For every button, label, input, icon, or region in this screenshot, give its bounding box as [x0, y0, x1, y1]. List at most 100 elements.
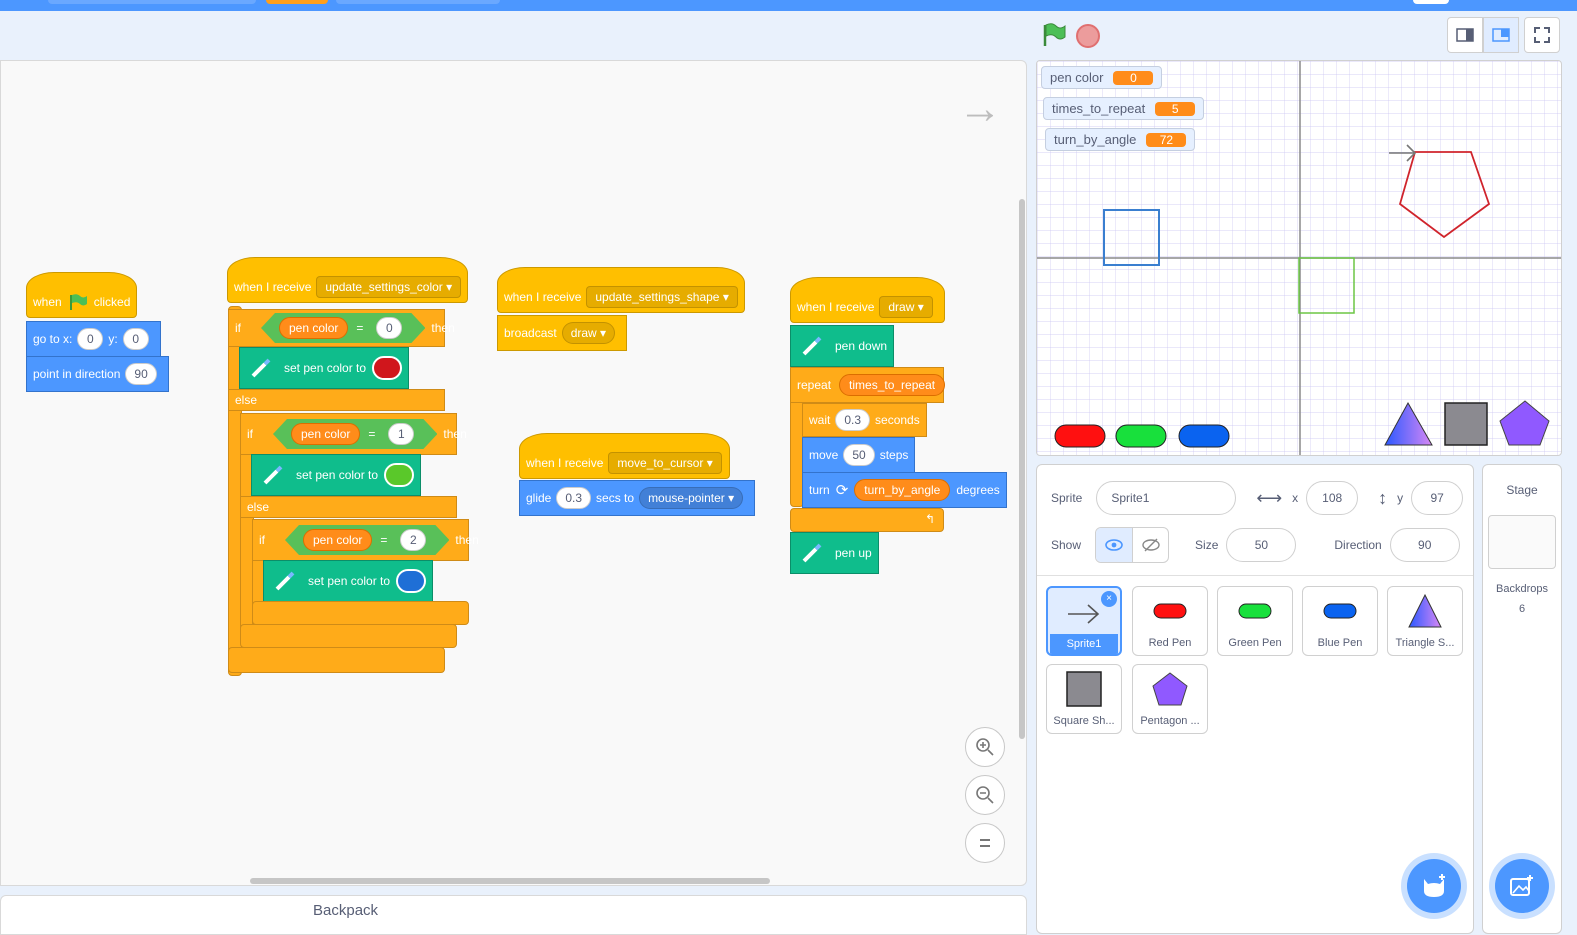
account-button[interactable] — [1413, 0, 1449, 4]
green-flag-button[interactable] — [1041, 22, 1067, 48]
message-dropdown[interactable]: draw — [879, 296, 933, 318]
code-workspace[interactable]: → when clicked go to x: 0 y: 0 point in … — [0, 60, 1027, 886]
equals-operator[interactable]: pen color = 2 — [285, 525, 449, 555]
color-swatch-red[interactable] — [372, 356, 403, 380]
wait-input[interactable]: 0.3 — [835, 409, 871, 431]
sprite-tile-green-pen[interactable]: Green Pen — [1217, 586, 1293, 656]
sprite-tile-square[interactable]: Square Sh... — [1046, 664, 1122, 734]
backdrops-count: 6 — [1518, 603, 1526, 615]
set-pen-color-block[interactable]: set pen color to — [239, 347, 410, 389]
image-plus-icon — [1510, 875, 1533, 896]
share-button[interactable] — [266, 0, 328, 4]
compare-input[interactable]: 2 — [400, 529, 426, 551]
secs-input[interactable]: 0.3 — [556, 487, 592, 509]
when-i-receive-block[interactable]: when I receive update_settings_shape — [497, 267, 745, 313]
stage-canvas[interactable]: pen color 0 times_to_repeat 5 turn_by_an… — [1036, 60, 1562, 456]
normal-stage-button[interactable] — [1483, 17, 1519, 53]
direction-input[interactable]: 90 — [1389, 528, 1460, 562]
pen-color-variable[interactable]: pen color — [303, 529, 372, 551]
project-title-field[interactable] — [48, 0, 256, 4]
when-i-receive-block[interactable]: when I receive update_settings_color — [227, 257, 468, 303]
turn-by-angle-variable[interactable]: turn_by_angle — [854, 479, 951, 501]
when-flag-clicked-block[interactable]: when clicked — [26, 272, 138, 318]
block-text: repeat — [797, 378, 832, 392]
compare-input[interactable]: 1 — [388, 423, 414, 445]
stop-button[interactable] — [1076, 24, 1100, 48]
block-text: then — [455, 533, 479, 547]
set-pen-color-block[interactable]: set pen color to — [251, 454, 422, 496]
broadcast-block[interactable]: broadcast draw — [497, 315, 628, 351]
equals-operator[interactable]: pen color = 1 — [273, 419, 437, 449]
sprite-tile-pentagon[interactable]: Pentagon ... — [1132, 664, 1208, 734]
if-block[interactable]: if pen color = 1 then — [240, 413, 467, 455]
choose-backdrop-button[interactable] — [1495, 859, 1549, 913]
y-input[interactable]: 0 — [122, 328, 149, 350]
y-label: y — [1397, 491, 1404, 505]
monitor-label: turn_by_angle — [1054, 132, 1137, 147]
cat-plus-icon — [1424, 874, 1445, 897]
zoom-out-button[interactable] — [965, 775, 1005, 815]
color-swatch-blue[interactable] — [396, 569, 427, 593]
sprite-tile-sprite1[interactable]: × Sprite1 — [1046, 586, 1122, 656]
y-position-input[interactable]: 97 — [1411, 481, 1464, 515]
when-i-receive-block[interactable]: when I receive draw — [790, 277, 945, 323]
move-steps-block[interactable]: move 50 steps — [802, 437, 916, 473]
direction-input[interactable]: 90 — [125, 363, 157, 385]
message-dropdown[interactable]: update_settings_shape — [586, 286, 738, 308]
pen-color-variable[interactable]: pen color — [279, 317, 348, 339]
block-text: else — [247, 500, 270, 514]
delete-sprite-icon[interactable]: × — [1101, 591, 1117, 607]
size-input[interactable]: 50 — [1226, 528, 1297, 562]
stage-selector-panel[interactable]: Stage Backdrops 6 — [1482, 464, 1562, 934]
zoom-reset-button[interactable] — [965, 823, 1005, 863]
glide-block[interactable]: glide 0.3 secs to mouse-pointer — [519, 480, 756, 516]
go-to-xy-block[interactable]: go to x: 0 y: 0 — [26, 321, 161, 357]
monitor-pen-color[interactable]: pen color 0 — [1041, 66, 1163, 89]
pen-icon — [797, 331, 827, 361]
hide-sprite-button[interactable] — [1132, 528, 1168, 562]
backdrop-thumbnail[interactable] — [1488, 515, 1556, 569]
sprite-tile-triangle[interactable]: Triangle S... — [1387, 586, 1463, 656]
steps-input[interactable]: 50 — [843, 444, 875, 466]
horizontal-scrollbar[interactable] — [250, 878, 770, 884]
sprite-tile-blue-pen[interactable]: Blue Pen — [1302, 586, 1378, 656]
choose-sprite-button[interactable] — [1407, 859, 1461, 913]
sprite-tile-red-pen[interactable]: Red Pen — [1132, 586, 1208, 656]
compare-input[interactable]: 0 — [376, 317, 402, 339]
turn-degrees-block[interactable]: turn ⟳ turn_by_angle degrees — [802, 472, 1007, 508]
pen-down-block[interactable]: pen down — [790, 325, 895, 367]
show-sprite-button[interactable] — [1096, 528, 1133, 562]
wait-block[interactable]: wait 0.3 seconds — [802, 403, 927, 437]
small-stage-button[interactable] — [1447, 17, 1483, 53]
pen-up-block[interactable]: pen up — [790, 532, 879, 574]
glide-target-dropdown[interactable]: mouse-pointer — [639, 487, 744, 509]
zoom-in-button[interactable] — [965, 727, 1005, 767]
equals-operator[interactable]: pen color = 0 — [261, 313, 425, 343]
pen-color-variable[interactable]: pen color — [291, 423, 360, 445]
message-dropdown[interactable]: update_settings_color — [316, 276, 462, 298]
message-dropdown[interactable]: move_to_cursor — [608, 452, 722, 474]
monitor-times-to-repeat[interactable]: times_to_repeat 5 — [1043, 97, 1205, 120]
set-pen-color-block[interactable]: set pen color to — [263, 560, 434, 602]
if-block[interactable]: if pen color = 2 then — [252, 519, 479, 561]
fullscreen-icon — [1534, 27, 1550, 43]
times-to-repeat-variable[interactable]: times_to_repeat — [839, 374, 946, 396]
sprite-name-input[interactable]: Sprite1 — [1096, 481, 1237, 515]
vertical-scrollbar[interactable] — [1019, 199, 1025, 739]
monitor-turn-by-angle[interactable]: turn_by_angle 72 — [1045, 128, 1196, 151]
x-position-input[interactable]: 108 — [1306, 481, 1359, 515]
if-block[interactable]: if pen color = 0 then — [228, 309, 455, 347]
repeat-block[interactable]: repeat times_to_repeat — [790, 367, 946, 403]
green-pen-costume-icon — [1238, 603, 1272, 619]
backpack-panel[interactable]: Backpack — [0, 895, 1027, 935]
when-i-receive-block[interactable]: when I receive move_to_cursor — [519, 433, 730, 479]
pentagon-costume-icon — [1152, 672, 1188, 706]
point-in-direction-block[interactable]: point in direction 90 — [26, 356, 169, 392]
block-text: else — [235, 393, 258, 407]
equals-sign: = — [380, 533, 388, 547]
color-swatch-green[interactable] — [384, 463, 415, 487]
fullscreen-button[interactable] — [1524, 17, 1560, 53]
x-input[interactable]: 0 — [77, 328, 104, 350]
broadcast-message-dropdown[interactable]: draw — [561, 322, 616, 344]
see-project-page-button[interactable] — [336, 0, 500, 4]
